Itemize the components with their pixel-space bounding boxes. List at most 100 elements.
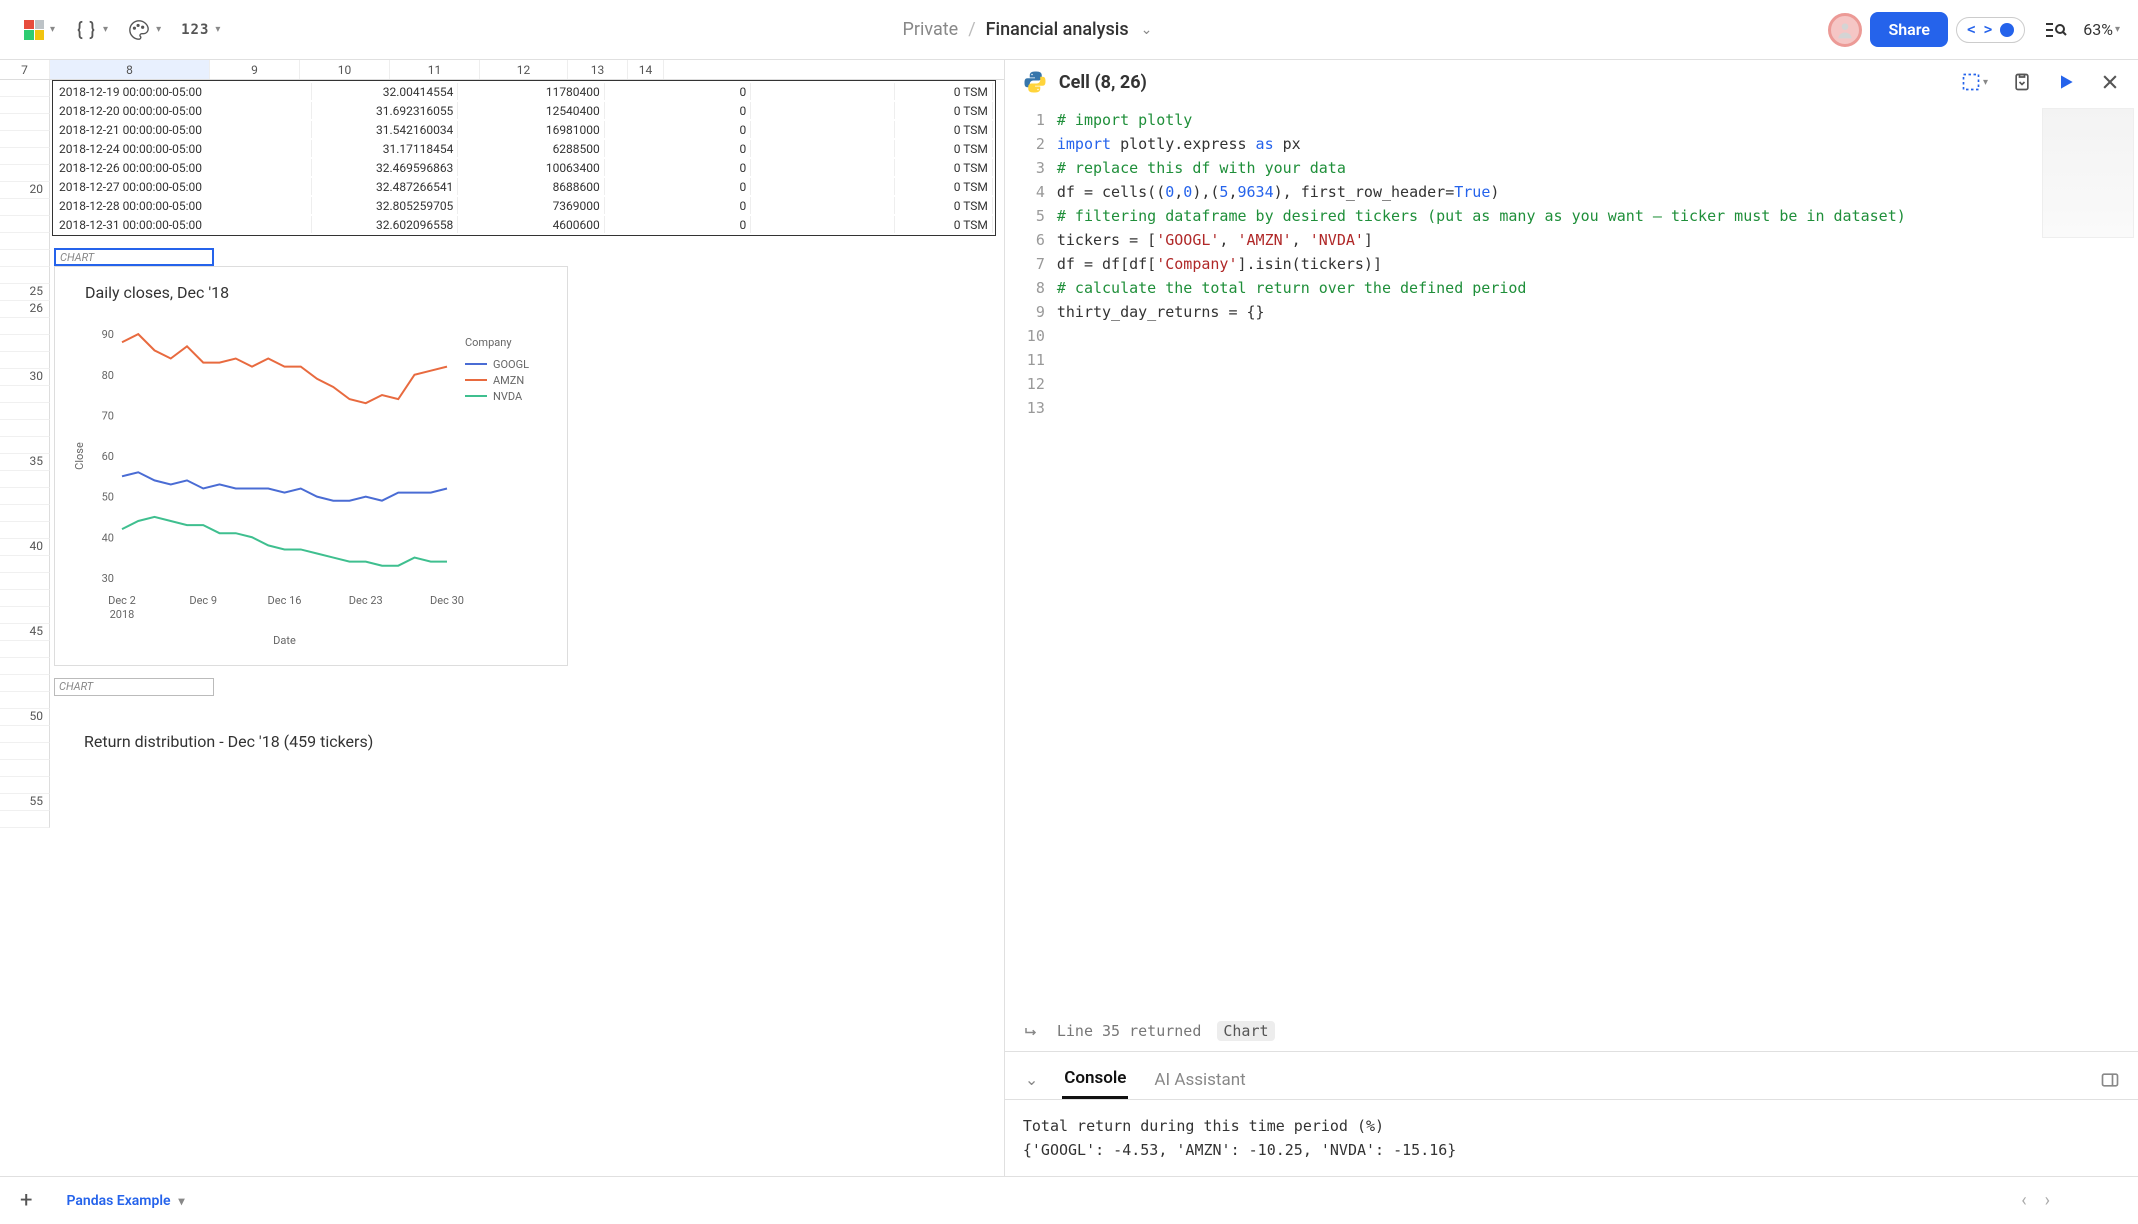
row-header[interactable] [0,726,50,743]
table-cell[interactable]: 0 [607,83,751,100]
column-header[interactable]: 9 [210,60,300,79]
table-cell[interactable] [753,102,894,119]
table-cell[interactable] [753,216,894,233]
code-editor[interactable]: 12345678910111213 # import plotlyimport … [1005,104,2138,1017]
row-header[interactable] [0,607,50,624]
table-cell[interactable]: 0 [607,140,751,157]
table-row[interactable]: 2018-12-21 00:00:00-05:0031.542160034169… [55,121,993,138]
table-cell[interactable]: 2018-12-31 00:00:00-05:00 [55,216,312,233]
row-header[interactable] [0,165,50,182]
row-header[interactable] [0,471,50,488]
theme-menu[interactable]: ▾ [122,15,167,45]
table-cell[interactable]: 32.00414554 [314,83,458,100]
column-header[interactable]: 12 [480,60,568,79]
table-cell[interactable]: 32.805259705 [314,197,458,214]
column-header[interactable]: 14 [628,60,664,79]
row-header[interactable] [0,522,50,539]
table-row[interactable]: 2018-12-19 00:00:00-05:0032.004145541178… [55,83,993,100]
code-line[interactable]: df = df[df['Company'].isin(tickers)] [1057,252,2028,276]
code-line[interactable]: df = cells((0,0),(5,9634), first_row_hea… [1057,180,2028,204]
code-line[interactable]: thirty_day_returns = {} [1057,300,2028,324]
code-line[interactable]: tickers = ['GOOGL', 'AMZN', 'NVDA'] [1057,228,2028,252]
table-cell[interactable]: 0 [607,121,751,138]
code-line[interactable]: # import plotly [1057,108,2028,132]
collapse-console-button[interactable]: ⌄ [1025,1070,1038,1089]
code-line[interactable]: # filtering dataframe by desired tickers… [1057,204,2028,228]
paste-button[interactable] [2012,72,2032,92]
share-button[interactable]: Share [1870,12,1948,47]
table-cell[interactable]: 0 [607,159,751,176]
row-header[interactable] [0,811,50,828]
row-header[interactable] [0,114,50,131]
code-line[interactable]: # replace this df with your data [1057,156,2028,180]
table-cell[interactable]: 0 [607,178,751,195]
column-header[interactable]: 10 [300,60,390,79]
tab-ai-assistant[interactable]: AI Assistant [1152,1062,1247,1098]
row-header[interactable] [0,437,50,454]
run-button[interactable] [2056,72,2076,92]
table-cell[interactable]: 32.602096558 [314,216,458,233]
table-cell[interactable]: 0 TSM [897,197,993,214]
row-header[interactable] [0,335,50,352]
tab-console[interactable]: Console [1062,1060,1128,1099]
table-cell[interactable]: 2018-12-28 00:00:00-05:00 [55,197,312,214]
row-header[interactable] [0,743,50,760]
close-panel-button[interactable] [2100,72,2120,92]
table-cell[interactable] [753,159,894,176]
grid-area[interactable]: 2018-12-19 00:00:00-05:0032.004145541178… [50,80,1004,828]
row-header[interactable]: 50 [0,709,50,726]
table-cell[interactable]: 7369000 [460,197,604,214]
row-header[interactable] [0,590,50,607]
row-header[interactable] [0,233,50,250]
table-cell[interactable]: 2018-12-20 00:00:00-05:00 [55,102,312,119]
row-header[interactable] [0,675,50,692]
table-row[interactable]: 2018-12-20 00:00:00-05:0031.692316055125… [55,102,993,119]
row-header[interactable] [0,386,50,403]
row-header[interactable] [0,505,50,522]
table-cell[interactable]: 0 TSM [897,140,993,157]
row-header[interactable] [0,131,50,148]
code-line[interactable]: # calculate the total return over the de… [1057,276,2028,300]
table-cell[interactable] [753,140,894,157]
table-cell[interactable]: 11780400 [460,83,604,100]
row-header[interactable] [0,641,50,658]
table-cell[interactable]: 2018-12-19 00:00:00-05:00 [55,83,312,100]
user-avatar[interactable] [1828,13,1862,47]
row-header[interactable] [0,80,50,97]
document-name[interactable]: Financial analysis [986,19,1129,40]
table-cell[interactable]: 2018-12-27 00:00:00-05:00 [55,178,312,195]
table-cell[interactable]: 0 TSM [897,159,993,176]
column-header[interactable]: 8 [50,60,210,79]
row-header[interactable] [0,403,50,420]
row-header[interactable] [0,556,50,573]
number-format-menu[interactable]: 123 ▾ [175,18,226,42]
column-header[interactable]: 13 [568,60,628,79]
table-cell[interactable]: 0 TSM [897,178,993,195]
row-header[interactable]: 20 [0,182,50,199]
row-header[interactable]: 40 [0,539,50,556]
table-row[interactable]: 2018-12-31 00:00:00-05:0032.602096558460… [55,216,993,233]
table-cell[interactable]: 0 [607,102,751,119]
table-cell[interactable]: 16981000 [460,121,604,138]
row-header[interactable] [0,216,50,233]
table-cell[interactable]: 0 [607,197,751,214]
row-header[interactable] [0,250,50,267]
table-cell[interactable]: 0 TSM [897,216,993,233]
row-header[interactable]: 30 [0,369,50,386]
privacy-label[interactable]: Private [903,19,959,40]
code-lines[interactable]: # import plotlyimport plotly.express as … [1057,108,2138,1017]
table-cell[interactable]: 8688600 [460,178,604,195]
chart-container[interactable]: Daily closes, Dec '18 30405060708090Dec … [54,266,568,666]
table-cell[interactable]: 12540400 [460,102,604,119]
table-cell[interactable] [753,178,894,195]
row-header[interactable] [0,777,50,794]
spreadsheet-pane[interactable]: 7891011121314 202526303540455055 2018-12… [0,60,1005,1176]
table-cell[interactable]: 32.469596863 [314,159,458,176]
logo-menu[interactable]: ▾ [18,16,61,44]
row-header[interactable] [0,760,50,777]
search-button[interactable] [2043,18,2067,42]
chart2-container[interactable]: Return distribution - Dec '18 (459 ticke… [54,696,568,776]
minimap[interactable] [2042,108,2134,238]
code-block-menu[interactable]: ▾ [69,15,114,45]
row-header[interactable]: 35 [0,454,50,471]
